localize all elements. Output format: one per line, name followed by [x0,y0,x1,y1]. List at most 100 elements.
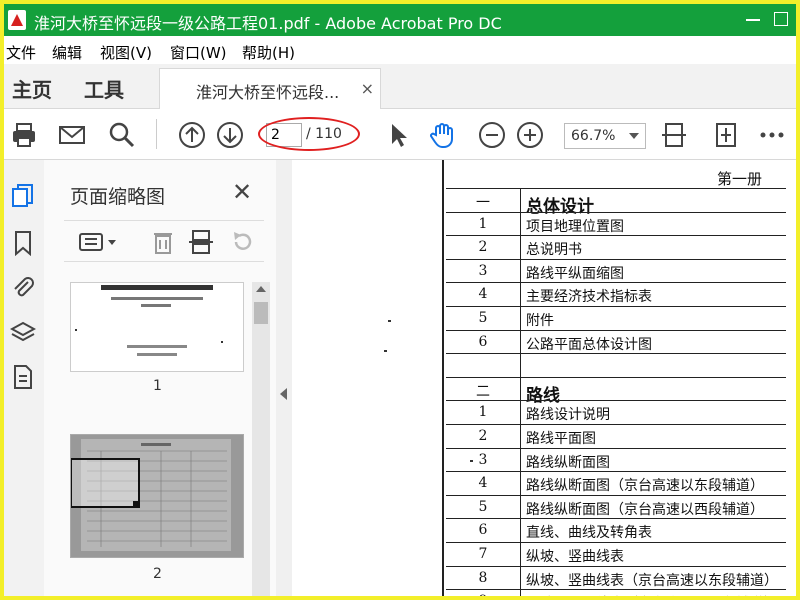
fit-page-icon[interactable] [660,121,688,149]
search-icon[interactable] [108,121,136,149]
zoom-value: 66.7% [571,128,616,144]
document-properties-icon[interactable] [10,364,36,390]
toc-number: 5 [478,310,488,326]
toc-title: 纵坡、竖曲线表（京台高速以西段辅道） [526,593,778,596]
full-screen-icon[interactable] [712,121,740,149]
toc-title: 总说明书 [526,242,582,259]
menu-window[interactable]: 窗口(W) [170,42,227,63]
toc-cell-divider [520,495,521,520]
panel-toolbar [64,220,264,262]
toc-section-row: 二路线 [446,376,786,406]
bookmark-icon[interactable] [10,230,36,256]
navigation-rail [4,160,45,596]
toc-number: 4 [478,475,488,492]
toc-row: 6 公路平面总体设计图 [446,329,786,355]
collapse-panel-icon[interactable] [280,388,287,400]
zoom-dropdown[interactable]: 66.7% [564,123,646,149]
layers-icon[interactable] [10,320,36,346]
toc-number: 1 [478,215,488,232]
attachment-icon[interactable] [10,274,36,300]
toc-title: 纵坡、竖曲线表（京台高速以东段辅道） [526,572,778,589]
toc-number: 6 [478,333,488,350]
extract-page-icon[interactable] [188,229,214,255]
delete-page-icon[interactable] [150,229,176,255]
scan-speck [470,460,473,462]
scan-speck [388,320,391,322]
toc-row: 5 路线纵断面图（京台高速以西段辅道） [446,494,786,520]
page-thumbnail-1[interactable] [70,282,244,372]
panel-splitter[interactable] [276,160,292,596]
thumbnail-scrollbar[interactable] [252,282,270,596]
toc-row: 3 路线平纵面缩图 [446,258,786,284]
page-thumbnail-2[interactable] [70,434,244,558]
scan-speck [384,350,387,352]
toc-cell-divider [520,330,521,355]
tab-tools[interactable]: 工具 [84,74,124,103]
minimize-button[interactable] [746,12,760,26]
print-icon[interactable] [10,121,38,149]
scrollbar-thumb[interactable] [254,302,268,324]
menu-view[interactable]: 视图(V) [100,42,152,63]
toc-title: 附件 [526,313,554,329]
toc-number: 二 [476,383,490,400]
toc-row: 6 直线、曲线及转角表 [446,518,786,544]
toc-row: 8 纵坡、竖曲线表（京台高速以东段辅道） [446,565,786,591]
toc-title: 路线纵断面图（京台高速以东段辅道） [526,478,764,495]
next-page-icon[interactable] [216,121,244,149]
toc-title: 主要经济技术指标表 [526,289,652,306]
toc-row: 2 总说明书 [446,235,786,261]
menu-edit[interactable]: 编辑 [52,42,82,63]
thumbnails-panel: 页面缩略图 ✕ 1 2 [44,160,277,596]
toc-cell-divider [520,236,521,261]
thumbnail-1-label: 1 [153,378,162,394]
toc-number: 一 [476,195,490,211]
thumbnail-options-icon[interactable] [78,229,118,255]
thumbnail-2-label: 2 [153,566,162,582]
red-annotation-oval [258,117,360,151]
page-thumbnails-icon[interactable] [10,182,36,208]
zoom-in-icon[interactable] [516,121,544,149]
restore-button[interactable] [774,12,788,26]
toc-cell-divider [520,425,521,449]
toc-cell-divider [520,189,521,213]
toc-number: 6 [478,522,488,539]
email-icon[interactable] [58,121,86,149]
toc-title: 路线设计说明 [526,407,610,424]
thumbnail-1-content [75,285,223,356]
toc-cell-divider [520,472,521,497]
toc-row: 1 项目地理位置图 [446,211,786,237]
previous-page-icon[interactable] [178,121,206,149]
toc-section-row: 一总体设计 [446,188,786,217]
tab-home[interactable]: 主页 [12,74,52,103]
scroll-up-icon[interactable] [256,286,266,292]
toc-number: 9 [446,593,520,596]
toc-title: 路线平面图 [526,431,596,447]
hand-tool-icon[interactable] [428,121,456,149]
panel-title: 页面缩略图 [70,186,166,208]
toc-cell-divider [520,283,521,308]
close-panel-icon[interactable]: ✕ [232,178,252,206]
tab-close-icon[interactable]: × [361,79,374,98]
toc-number: 3 [478,262,488,279]
toc-number: 4 [478,286,488,303]
toc-row: 4 主要经济技术指标表 [446,282,786,308]
toc-row: 9 纵坡、竖曲线表（京台高速以西段辅道） [446,589,786,596]
toc-row: 7 纵坡、竖曲线表 [446,542,786,567]
toc-cell-divider [520,519,521,544]
more-options-icon[interactable] [758,121,786,149]
toolbar: / 110 66.7% [4,109,796,160]
select-cursor-icon[interactable] [384,121,412,149]
toc-number: 7 [478,546,488,562]
document-view[interactable]: 第一册 一总体设计 1 项目地理位置图 2 总说明书 3 路线平纵面缩图 4 主要经济技术指标表… [292,160,796,596]
rotate-page-icon[interactable] [230,229,256,255]
menu-file[interactable]: 文件 [6,42,36,63]
document-volume-label: 第一册 [716,170,762,188]
toc-number: 3 [478,451,488,468]
toc-row: 1 路线设计说明 [446,400,786,426]
toc-cell-divider [520,543,521,567]
tab-document[interactable]: 淮河大桥至怀远段... × [159,68,381,110]
toc-row [446,353,786,379]
menu-help[interactable]: 帮助(H) [242,42,295,63]
toc-number: 2 [478,428,488,444]
zoom-out-icon[interactable] [478,121,506,149]
